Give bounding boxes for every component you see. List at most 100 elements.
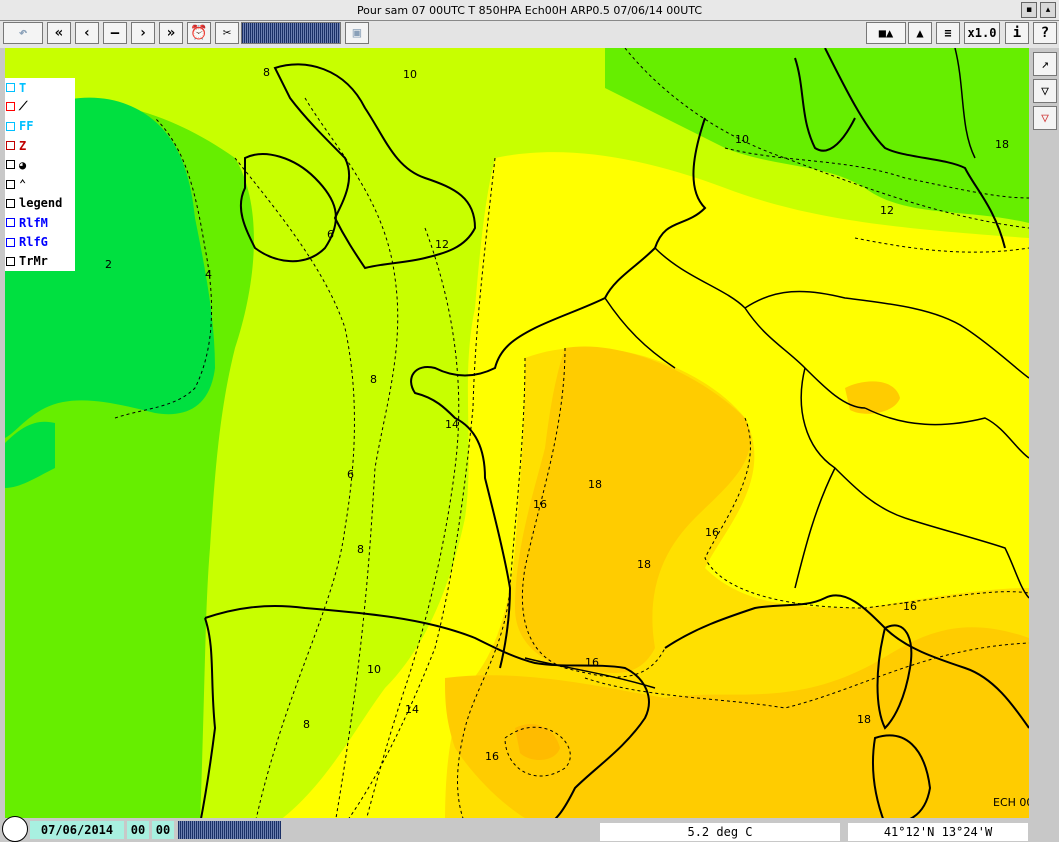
layer-item[interactable]: TrMr [5, 251, 75, 271]
layer-item[interactable]: ◕ [5, 155, 75, 175]
layer-checkbox[interactable] [6, 83, 15, 93]
contour-label: 18 [857, 713, 871, 726]
layer-item[interactable]: RlfM [5, 213, 75, 233]
first-frame-button[interactable]: « [47, 22, 71, 44]
chevron-right-icon: › [138, 25, 148, 41]
double-chevron-right-icon: » [166, 25, 176, 41]
scissors-icon: ✂ [222, 25, 232, 41]
camera-lock-button[interactable]: ■▲ [866, 22, 906, 44]
layer-checkbox[interactable] [6, 256, 15, 266]
maximize-button[interactable]: ▴ [1040, 2, 1056, 18]
weather-map[interactable]: 8 10 6 4 2 12 14 16 18 10 12 8 6 8 10 14… [5, 48, 1029, 824]
contour-label: 18 [995, 138, 1009, 151]
toolbar: ↶ « ‹ – › » ⏰ ✂ ▣ ■▲ ▲ ≡ x1.0 i ? [0, 21, 1059, 48]
layer-item[interactable]: FF [5, 116, 75, 136]
stop-button[interactable]: – [103, 22, 127, 44]
contour-label: 2 [105, 258, 112, 271]
layer-list: T ⟋ FF Z ◕ ⌃ legend RlfM RlfG TrMr [5, 78, 75, 271]
temperature-field: 8 10 6 4 2 12 14 16 18 10 12 8 6 8 10 14… [5, 48, 1029, 824]
contour-label: 14 [405, 703, 419, 716]
cut-button[interactable]: ✂ [215, 22, 239, 44]
contour-label: 6 [347, 468, 354, 481]
animation-progress-bar[interactable] [241, 22, 341, 44]
contour-label: 6 [327, 228, 334, 241]
contour-label: 16 [903, 600, 917, 613]
contour-label: 8 [263, 66, 270, 79]
contour-label: 12 [435, 238, 449, 251]
double-chevron-left-icon: « [54, 25, 64, 41]
status-minute[interactable]: 00 [152, 821, 174, 839]
layer-label: T [19, 80, 27, 95]
contour-label: 12 [880, 204, 894, 217]
window-title: Pour sam 07 00UTC T 850HPA Ech00H ARP0.5… [356, 3, 703, 17]
layer-checkbox[interactable] [6, 198, 15, 208]
floppy-disk-icon: ▣ [352, 25, 362, 41]
alarm-clock-icon: ⏰ [190, 25, 208, 41]
relief-icon: ⌃ [19, 177, 27, 192]
layer-item[interactable]: ⟋ [5, 97, 75, 117]
clock-icon [2, 816, 28, 842]
funnel-clear-icon: ▽ [1041, 110, 1049, 126]
filter-button[interactable]: ▽ [1033, 79, 1057, 103]
status-date[interactable]: 07/06/2014 [30, 821, 124, 839]
globe-icon: ◕ [19, 157, 27, 172]
next-frame-button[interactable]: › [131, 22, 155, 44]
save-button[interactable]: ▣ [345, 22, 369, 44]
layer-checkbox[interactable] [6, 121, 15, 131]
contour-label: 16 [485, 750, 499, 763]
undo-button[interactable]: ↶ [3, 22, 43, 44]
layer-label: Z [19, 138, 27, 153]
layer-checkbox[interactable] [6, 102, 15, 112]
clear-filter-button[interactable]: ▽ [1033, 106, 1057, 130]
arrow-up-right-icon: ↗ [1041, 56, 1049, 72]
contour-label: 4 [205, 268, 212, 281]
zoom-button[interactable]: x1.0 [964, 22, 1000, 44]
camera-icon: ■▲ [878, 26, 894, 40]
wind-barb-icon: ⟋ [19, 99, 28, 114]
layer-checkbox[interactable] [6, 179, 15, 189]
contour-label: 8 [357, 543, 364, 556]
layer-item[interactable]: Z [5, 135, 75, 156]
print-button[interactable]: ≡ [936, 22, 960, 44]
status-bar: 07/06/2014 00 00 5.2 deg C 41°12'N 13°24… [0, 816, 1059, 842]
contour-label: 14 [445, 418, 459, 431]
layer-label: RlfM [19, 215, 48, 230]
layer-checkbox[interactable] [6, 237, 15, 247]
layer-checkbox[interactable] [6, 160, 15, 170]
minus-icon: – [110, 25, 120, 41]
layer-item[interactable]: legend [5, 193, 75, 214]
contour-label: 16 [533, 498, 547, 511]
layer-checkbox[interactable] [6, 141, 15, 151]
contour-label: 8 [370, 373, 377, 386]
time-progress-bar[interactable] [178, 821, 281, 839]
status-value: 5.2 deg C [600, 823, 840, 841]
layer-label: legend [19, 196, 63, 211]
status-hour[interactable]: 00 [127, 821, 149, 839]
layer-checkbox[interactable] [6, 218, 15, 228]
funnel-icon: ▽ [1041, 83, 1049, 99]
status-coordinates: 41°12'N 13°24'W [848, 823, 1028, 841]
lock-icon: ▲ [916, 26, 924, 40]
contour-label: 10 [403, 68, 417, 81]
alarm-button[interactable]: ⏰ [187, 22, 211, 44]
layer-label: RlfG [19, 235, 48, 250]
contour-label: 10 [735, 133, 749, 146]
contour-label: 18 [588, 478, 602, 491]
contour-label: 18 [637, 558, 651, 571]
info-button[interactable]: i [1005, 22, 1029, 44]
lock-button[interactable]: ▲ [908, 22, 932, 44]
layer-item[interactable]: T [5, 78, 75, 98]
last-frame-button[interactable]: » [159, 22, 183, 44]
layer-item[interactable]: ⌃ [5, 174, 75, 194]
layer-item[interactable]: RlfG [5, 232, 75, 252]
printer-icon: ≡ [944, 26, 952, 40]
echeance-label: ECH 00h [993, 796, 1029, 809]
contour-label: 8 [303, 718, 310, 731]
previous-frame-button[interactable]: ‹ [75, 22, 99, 44]
chevron-left-icon: ‹ [82, 25, 92, 41]
undo-icon: ↶ [18, 25, 28, 41]
contour-label: 16 [585, 656, 599, 669]
help-button[interactable]: ? [1033, 22, 1057, 44]
export-button[interactable]: ↗ [1033, 52, 1057, 76]
minimize-button[interactable]: ▪ [1021, 2, 1037, 18]
